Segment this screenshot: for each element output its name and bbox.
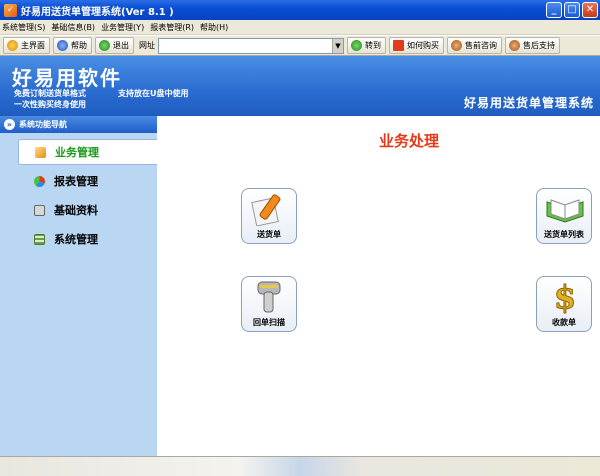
- address-label: 网址: [139, 41, 155, 50]
- exit-label: 退出: [113, 41, 129, 50]
- menu-business[interactable]: 业务管理(Y): [101, 22, 144, 33]
- menu-reports[interactable]: 报表管理(R): [150, 22, 194, 33]
- help-label: 帮助: [71, 41, 87, 50]
- presales-label: 售前咨询: [465, 41, 497, 50]
- sidebar-item-basic-data[interactable]: 基础资料: [18, 197, 157, 223]
- home-label: 主界面: [21, 41, 45, 50]
- tile-label: 回单扫描: [253, 318, 285, 327]
- go-button[interactable]: 转到: [347, 37, 386, 54]
- menu-help[interactable]: 帮助(H): [200, 22, 228, 33]
- sidebar-item-label: 基础资料: [54, 204, 98, 217]
- buy-button[interactable]: 如何购买: [389, 37, 444, 54]
- tile-label: 收款单: [552, 318, 576, 327]
- folder-icon: [34, 204, 45, 216]
- main-panel: 业务处理 送货单 送货单列表 回单扫描 $ 收款单: [157, 116, 600, 456]
- help-button[interactable]: 帮助: [53, 37, 92, 54]
- address-input[interactable]: ▼: [158, 37, 344, 54]
- buy-label: 如何购买: [407, 41, 439, 50]
- brand-logo-text: 好易用软件: [12, 66, 122, 90]
- sidebar: » 系统功能导航 业务管理 报表管理 基础资料 系统管理: [0, 116, 157, 456]
- support-users-icon: [509, 40, 520, 51]
- minimize-button[interactable]: _: [546, 2, 562, 18]
- delivery-note-tile[interactable]: 送货单: [241, 188, 297, 244]
- app-icon: ✓: [4, 3, 17, 17]
- help-icon: [57, 40, 68, 51]
- maximize-button[interactable]: □: [564, 2, 580, 18]
- window-controls: _ □ ✕: [546, 2, 598, 18]
- go-arrow-icon: [351, 40, 362, 51]
- sidebar-item-reports[interactable]: 报表管理: [18, 168, 157, 194]
- menu-bar: 系统管理(S) 基础信息(B) 业务管理(Y) 报表管理(R) 帮助(H): [0, 20, 600, 34]
- status-bar: [0, 456, 600, 476]
- double-chevron-icon: »: [4, 119, 15, 130]
- system-name: 好易用送货单管理系统: [463, 96, 594, 110]
- pen-paper-icon: [251, 194, 281, 226]
- delivery-list-tile[interactable]: 送货单列表: [536, 188, 592, 244]
- grid-icon: [34, 233, 45, 245]
- pie-chart-icon: [34, 175, 45, 187]
- tagline-1: 免费订制送货单格式: [14, 89, 86, 98]
- sidebar-item-business[interactable]: 业务管理: [18, 139, 157, 165]
- aftersales-button[interactable]: 售后支持: [505, 37, 560, 54]
- exit-button[interactable]: 退出: [95, 37, 134, 54]
- title-bar: ✓ 好易用送货单管理系统(Ver 8.1 ) _ □ ✕: [0, 0, 600, 20]
- header-banner: 好易用软件 免费订制送货单格式 支持放在U盘中使用 一次性购买终身使用 好易用送…: [0, 56, 600, 116]
- sidebar-item-label: 报表管理: [54, 175, 98, 188]
- sidebar-item-label: 系统管理: [54, 233, 98, 246]
- go-label: 转到: [365, 41, 381, 50]
- users-icon: [451, 40, 462, 51]
- menu-basic-info[interactable]: 基础信息(B): [51, 22, 95, 33]
- sidebar-header-label: 系统功能导航: [19, 120, 67, 129]
- back-arrow-icon: [99, 40, 110, 51]
- sidebar-header[interactable]: » 系统功能导航: [0, 116, 157, 133]
- close-button[interactable]: ✕: [582, 2, 598, 18]
- presales-button[interactable]: 售前咨询: [447, 37, 502, 54]
- receipt-voucher-tile[interactable]: $ 收款单: [536, 276, 592, 332]
- barcode-scanner-icon: [257, 281, 281, 313]
- receipt-scan-tile[interactable]: 回单扫描: [241, 276, 297, 332]
- tagline-3: 一次性购买终身使用: [14, 100, 86, 109]
- tagline-2: 支持放在U盘中使用: [118, 89, 189, 98]
- toolbar: 主界面 帮助 退出 网址 ▼ 转到 如何购买 售前咨询 售后支持: [0, 35, 600, 56]
- aftersales-label: 售后支持: [523, 41, 555, 50]
- tile-label: 送货单列表: [544, 230, 584, 239]
- svg-text:$: $: [554, 280, 576, 314]
- page-title: 业务处理: [379, 132, 440, 150]
- home-button[interactable]: 主界面: [3, 37, 50, 54]
- business-icon: [35, 146, 46, 158]
- flag-icon: [393, 40, 404, 51]
- sidebar-item-label: 业务管理: [55, 146, 99, 159]
- open-book-icon: [546, 199, 584, 223]
- tile-label: 送货单: [257, 230, 281, 239]
- sidebar-item-system[interactable]: 系统管理: [18, 226, 157, 252]
- dollar-icon: $: [553, 280, 576, 314]
- chevron-down-icon[interactable]: ▼: [332, 38, 343, 53]
- window-title: 好易用送货单管理系统(Ver 8.1 ): [21, 6, 174, 18]
- menu-system[interactable]: 系统管理(S): [2, 22, 45, 33]
- home-icon: [7, 40, 18, 51]
